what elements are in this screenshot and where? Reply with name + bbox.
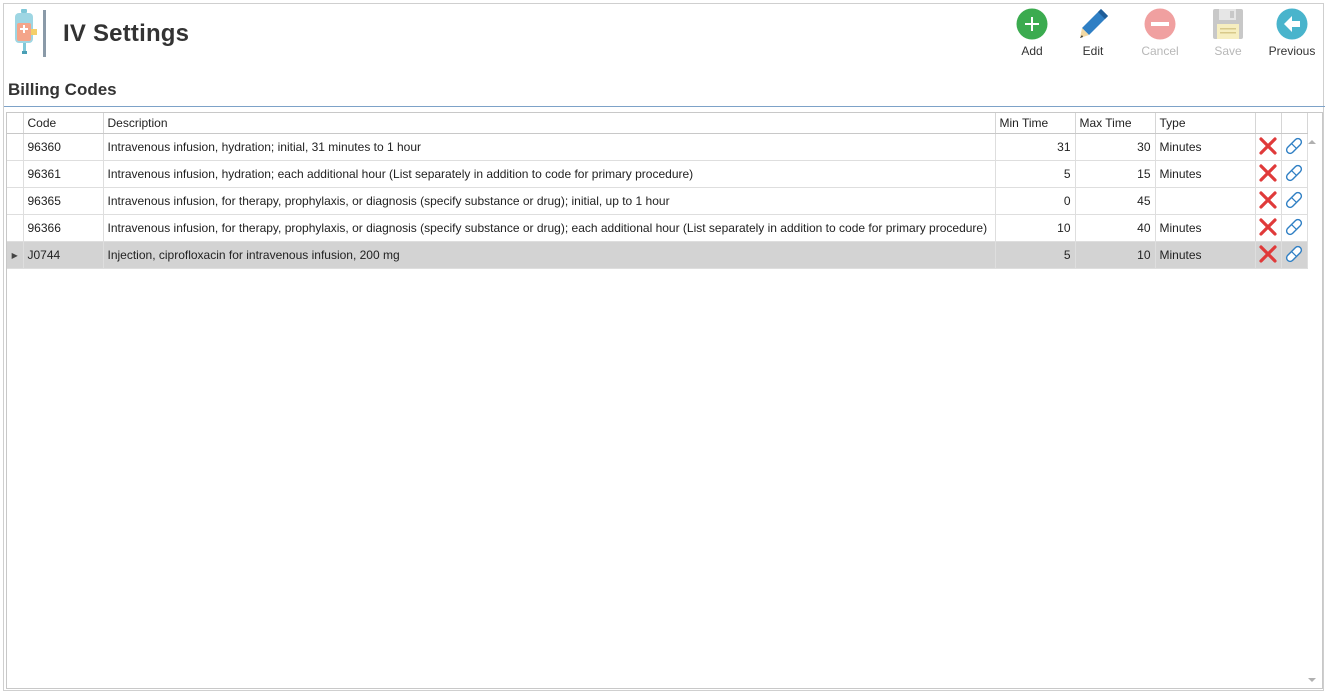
row-indicator bbox=[7, 133, 24, 161]
cell-description[interactable]: Intravenous infusion, hydration; initial… bbox=[103, 133, 996, 161]
delete-x-icon bbox=[1259, 136, 1277, 155]
cancel-button[interactable]: Cancel bbox=[1132, 8, 1188, 62]
save-label: Save bbox=[1214, 44, 1242, 58]
table-row[interactable]: 96361 Intravenous infusion, hydration; ea… bbox=[7, 160, 1308, 188]
header-row: Code Description Min Time Max Time Type bbox=[7, 113, 1308, 134]
cell-code[interactable]: J0744 bbox=[23, 241, 104, 269]
cell-min-time[interactable]: 10 bbox=[995, 214, 1076, 242]
delete-x-icon bbox=[1259, 217, 1277, 236]
section-divider bbox=[4, 106, 1325, 107]
edit-button[interactable]: Edit bbox=[1065, 8, 1121, 62]
cell-type[interactable] bbox=[1155, 187, 1256, 215]
scroll-down-icon[interactable] bbox=[1308, 678, 1316, 682]
table-row[interactable]: ▶ J0744 Injection, ciprofloxacin for intra… bbox=[7, 241, 1308, 269]
previous-button[interactable]: Previous bbox=[1264, 8, 1320, 62]
billing-codes-table: Code Description Min Time Max Time Type … bbox=[7, 113, 1308, 269]
billing-codes-grid[interactable]: Code Description Min Time Max Time Type … bbox=[6, 112, 1323, 689]
column-header-type[interactable]: Type bbox=[1155, 113, 1256, 134]
cell-min-time[interactable]: 5 bbox=[995, 160, 1076, 188]
pencil-icon bbox=[1080, 9, 1108, 38]
edit-label: Edit bbox=[1082, 44, 1104, 58]
cell-max-time[interactable]: 30 bbox=[1075, 133, 1156, 161]
cell-max-time[interactable]: 10 bbox=[1075, 241, 1156, 269]
row-indicator bbox=[7, 187, 24, 215]
page-title: IV Settings bbox=[63, 20, 190, 47]
cell-description[interactable]: Intravenous infusion, hydration; each ad… bbox=[103, 160, 996, 188]
delete-button[interactable] bbox=[1255, 160, 1282, 188]
cell-type[interactable]: Minutes bbox=[1155, 214, 1256, 242]
column-header-code[interactable]: Code bbox=[23, 113, 104, 134]
cell-type[interactable]: Minutes bbox=[1155, 241, 1256, 269]
cell-code[interactable]: 96366 bbox=[23, 214, 104, 242]
row-indicator bbox=[7, 160, 24, 188]
delete-x-icon bbox=[1259, 163, 1277, 182]
column-header-edit bbox=[1281, 113, 1308, 134]
edit-pencil-icon bbox=[1285, 191, 1303, 208]
cell-min-time[interactable]: 31 bbox=[995, 133, 1076, 161]
floppy-disk-icon bbox=[1213, 9, 1243, 39]
cell-type[interactable]: Minutes bbox=[1155, 160, 1256, 188]
save-button[interactable]: Save bbox=[1200, 8, 1256, 62]
column-header-min-time[interactable]: Min Time bbox=[995, 113, 1076, 134]
cell-max-time[interactable]: 15 bbox=[1075, 160, 1156, 188]
cell-min-time[interactable]: 5 bbox=[995, 241, 1076, 269]
add-button[interactable]: Add bbox=[1004, 8, 1060, 62]
section-title: Billing Codes bbox=[8, 80, 117, 99]
table-row[interactable]: 96366 Intravenous infusion, for therapy, … bbox=[7, 214, 1308, 242]
delete-button[interactable] bbox=[1255, 214, 1282, 242]
delete-button[interactable] bbox=[1255, 241, 1282, 269]
delete-x-icon bbox=[1259, 190, 1277, 209]
cell-description[interactable]: Intravenous infusion, for therapy, proph… bbox=[103, 187, 996, 215]
table-row[interactable]: 96365 Intravenous infusion, for therapy, … bbox=[7, 187, 1308, 215]
cell-code[interactable]: 96361 bbox=[23, 160, 104, 188]
cell-max-time[interactable]: 45 bbox=[1075, 187, 1156, 215]
cell-description[interactable]: Intravenous infusion, for therapy, proph… bbox=[103, 214, 996, 242]
cell-min-time[interactable]: 0 bbox=[995, 187, 1076, 215]
edit-pencil-icon bbox=[1285, 245, 1303, 262]
add-label: Add bbox=[1021, 44, 1043, 58]
delete-x-icon bbox=[1259, 244, 1277, 263]
edit-pencil-icon bbox=[1285, 218, 1303, 235]
edit-pencil-icon bbox=[1285, 164, 1303, 181]
previous-label: Previous bbox=[1268, 44, 1316, 58]
column-header-description[interactable]: Description bbox=[103, 113, 996, 134]
delete-button[interactable] bbox=[1255, 133, 1282, 161]
edit-pencil-icon bbox=[1285, 137, 1303, 154]
add-icon bbox=[1016, 8, 1048, 40]
cancel-icon bbox=[1144, 8, 1176, 40]
cancel-label: Cancel bbox=[1141, 44, 1179, 58]
cell-max-time[interactable]: 40 bbox=[1075, 214, 1156, 242]
table-row[interactable]: 96360 Intravenous infusion, hydration; in… bbox=[7, 133, 1308, 161]
delete-button[interactable] bbox=[1255, 187, 1282, 215]
cell-type[interactable]: Minutes bbox=[1155, 133, 1256, 161]
column-header-max-time[interactable]: Max Time bbox=[1075, 113, 1156, 134]
scroll-up-icon[interactable] bbox=[1308, 140, 1316, 144]
cell-code[interactable]: 96360 bbox=[23, 133, 104, 161]
vertical-scrollbar[interactable] bbox=[1304, 134, 1320, 686]
row-indicator bbox=[7, 214, 24, 242]
row-indicator: ▶ bbox=[7, 241, 24, 269]
iv-bag-icon bbox=[15, 9, 46, 57]
column-header-delete bbox=[1255, 113, 1282, 134]
cell-description[interactable]: Injection, ciprofloxacin for intravenous… bbox=[103, 241, 996, 269]
row-indicator-header bbox=[7, 113, 24, 134]
arrow-left-icon bbox=[1276, 8, 1308, 40]
cell-code[interactable]: 96365 bbox=[23, 187, 104, 215]
